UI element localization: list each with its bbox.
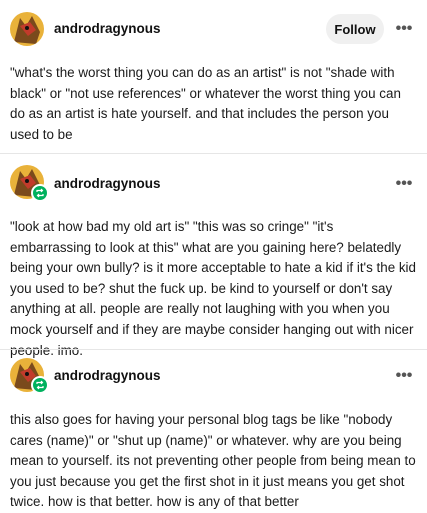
avatar[interactable] (10, 12, 44, 46)
more-icon[interactable]: ••• (392, 21, 416, 37)
more-icon[interactable]: ••• (392, 176, 416, 192)
divider (0, 349, 427, 350)
username[interactable]: androdragynous (54, 21, 161, 36)
post-text: "what's the worst thing you can do as an… (10, 65, 401, 142)
username[interactable]: androdragynous (54, 368, 161, 383)
avatar-image (10, 12, 44, 46)
divider (0, 153, 427, 154)
more-icon[interactable]: ••• (392, 368, 416, 384)
reblog-icon (31, 376, 49, 394)
post-text: this also goes for having your personal … (10, 412, 416, 510)
follow-button[interactable]: Follow (326, 14, 384, 44)
post-text: "look at how bad my old art is" "this wa… (10, 219, 416, 358)
reblog-icon (31, 184, 49, 202)
username[interactable]: androdragynous (54, 176, 161, 191)
